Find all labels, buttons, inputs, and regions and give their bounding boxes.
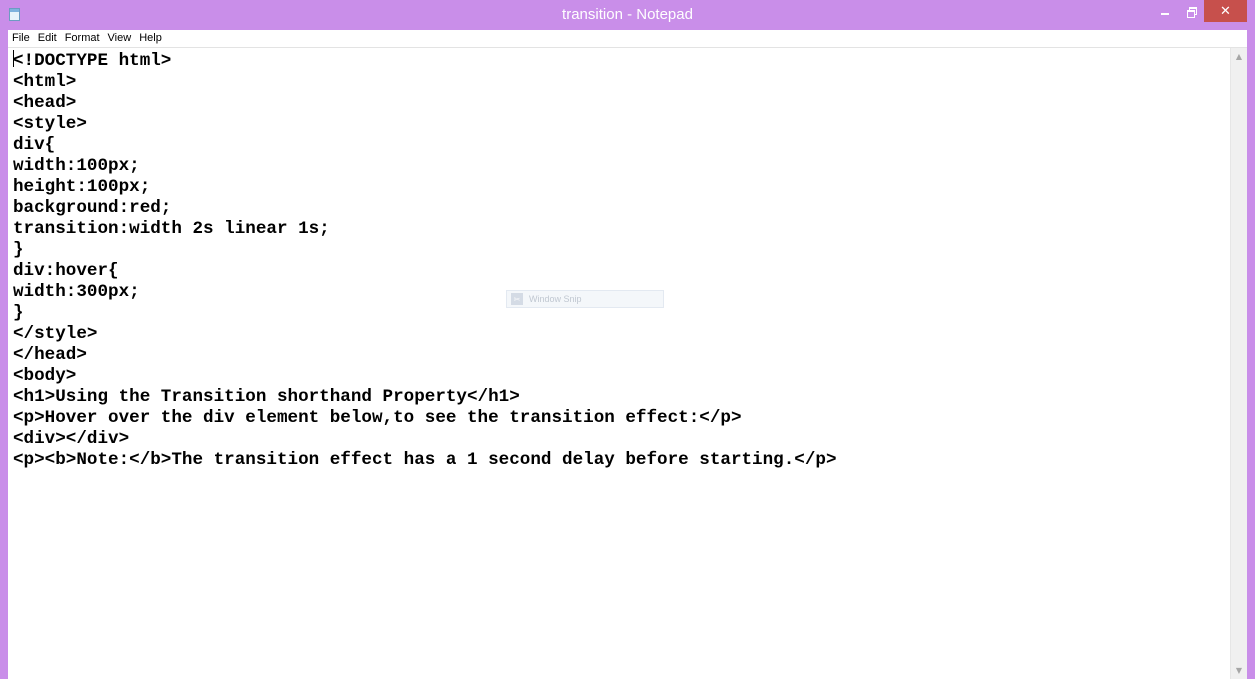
vertical-scrollbar[interactable]: ▲ ▼	[1230, 48, 1247, 679]
line-11: div:hover{	[13, 261, 119, 281]
menu-help[interactable]: Help	[135, 30, 166, 47]
menu-bar: File Edit Format View Help	[8, 30, 1247, 48]
close-button[interactable]: ✕	[1204, 0, 1247, 22]
text-editor[interactable]: <!DOCTYPE html> <html> <head> <style> di…	[8, 48, 1230, 679]
line-8: background:red;	[13, 198, 172, 218]
snip-icon: ✂	[511, 293, 523, 305]
ghost-text: Window Snip	[529, 294, 582, 304]
window-title: transition - Notepad	[562, 6, 693, 23]
line-19: <div></div>	[13, 429, 130, 449]
line-5: div{	[13, 135, 56, 155]
line-13: }	[13, 303, 24, 323]
notepad-window: transition - Notepad ✕ File Edit Format …	[0, 0, 1255, 679]
line-17: <h1>Using the Transition shorthand Prope…	[13, 387, 520, 407]
window-controls: ✕	[1152, 0, 1247, 22]
menu-file[interactable]: File	[8, 30, 34, 47]
scroll-up-icon[interactable]: ▲	[1231, 48, 1247, 65]
minimize-button[interactable]	[1152, 0, 1178, 22]
menu-edit[interactable]: Edit	[34, 30, 61, 47]
line-2: <html>	[13, 72, 77, 92]
line-1: <!DOCTYPE html>	[13, 51, 172, 71]
editor-content[interactable]: <!DOCTYPE html> <html> <head> <style> di…	[8, 48, 1230, 471]
line-10: }	[13, 240, 24, 260]
line-4: <style>	[13, 114, 87, 134]
scroll-down-icon[interactable]: ▼	[1231, 662, 1247, 679]
restore-button[interactable]	[1178, 0, 1204, 22]
line-9: transition:width 2s linear 1s;	[13, 219, 330, 239]
menu-format[interactable]: Format	[61, 30, 104, 47]
line-16: <body>	[13, 366, 77, 386]
line-7: height:100px;	[13, 177, 151, 197]
menu-view[interactable]: View	[104, 30, 136, 47]
line-15: </head>	[13, 345, 87, 365]
line-18: <p>Hover over the div element below,to s…	[13, 408, 742, 428]
minimize-icon	[1161, 13, 1169, 15]
title-bar[interactable]: transition - Notepad ✕	[0, 0, 1255, 30]
faded-snip-overlay: ✂ Window Snip	[506, 290, 664, 308]
client-area: File Edit Format View Help <!DOCTYPE htm…	[8, 30, 1247, 679]
line-20: <p><b>Note:</b>The transition effect has…	[13, 450, 837, 470]
close-icon: ✕	[1220, 3, 1231, 19]
line-12: width:300px;	[13, 282, 140, 302]
line-14: </style>	[13, 324, 98, 344]
line-6: width:100px;	[13, 156, 140, 176]
restore-icon	[1186, 7, 1197, 18]
line-3: <head>	[13, 93, 77, 113]
